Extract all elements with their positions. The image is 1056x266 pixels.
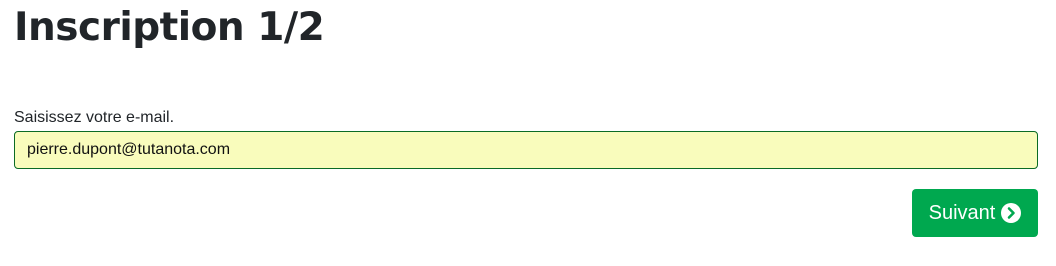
email-label: Saisissez votre e-mail. bbox=[14, 109, 175, 126]
email-field[interactable] bbox=[14, 131, 1038, 169]
chevron-circle-right-icon bbox=[1001, 203, 1022, 223]
next-button-label: Suivant bbox=[928, 201, 996, 224]
next-button[interactable]: Suivant bbox=[912, 189, 1038, 237]
page-title: Inscription 1/2 bbox=[14, 5, 325, 50]
